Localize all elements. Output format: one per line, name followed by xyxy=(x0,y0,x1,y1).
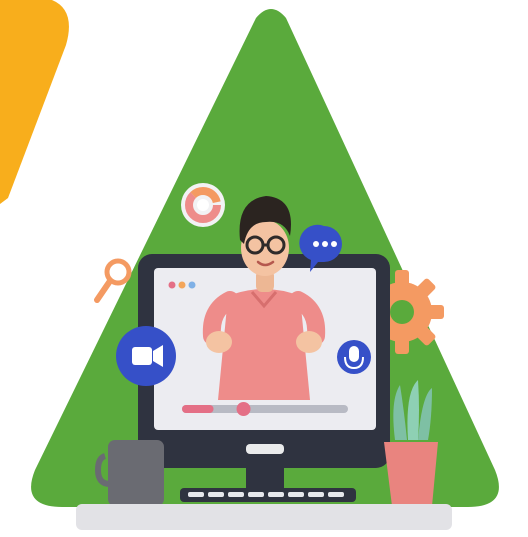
video-progress-fill xyxy=(182,405,214,413)
screen-window-dots xyxy=(168,281,196,289)
microphone-icon xyxy=(337,340,371,374)
screen-dot xyxy=(188,281,196,289)
video-progress-knob xyxy=(236,402,251,416)
illustration-scene xyxy=(0,0,528,537)
corner-accent-shape xyxy=(0,0,69,204)
video-camera-icon xyxy=(116,326,176,386)
screen-dot xyxy=(178,281,186,289)
online-teacher-illustration xyxy=(0,0,499,530)
donut-chart-icon xyxy=(181,183,225,227)
screen-dot xyxy=(168,281,176,289)
